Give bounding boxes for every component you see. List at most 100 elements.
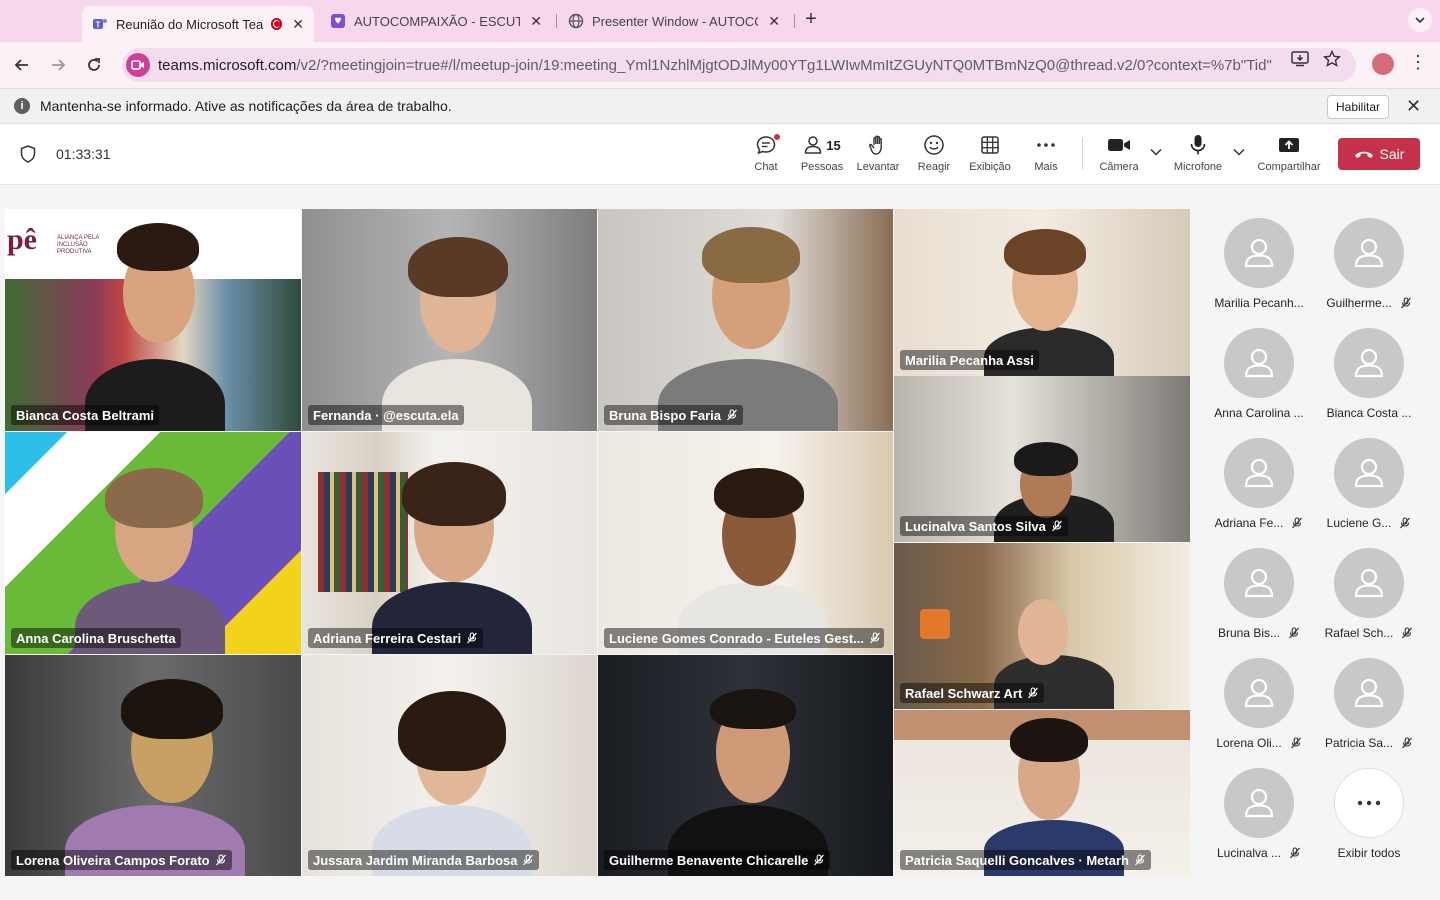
share-button[interactable]: Compartilhar: [1258, 132, 1320, 180]
hand-icon: [868, 132, 888, 158]
meeting-toolbar: 01:33:31 Chat 15 Pessoas Levantar Reagir…: [0, 124, 1440, 185]
view-label: Exibição: [969, 161, 1011, 173]
close-tab-icon[interactable]: ✕: [530, 13, 542, 30]
url-text: teams.microsoft.com/v2/?meetingjoin=true…: [158, 56, 1273, 74]
tab-search-button[interactable]: [1408, 8, 1432, 32]
roster-item[interactable]: Patricia Sa...: [1316, 658, 1422, 762]
participant-hair: [1004, 229, 1086, 275]
mic-muted-icon: [1400, 297, 1412, 309]
roster-item[interactable]: Rafael Sch...: [1316, 548, 1422, 652]
roster-name: Marilia Pecanh...: [1206, 296, 1312, 310]
react-button[interactable]: Reagir: [906, 132, 962, 180]
video-tile[interactable]: Rafael Schwarz Art: [894, 543, 1190, 709]
view-button[interactable]: Exibição: [962, 132, 1018, 180]
microphone-options-chevron-icon[interactable]: [1233, 148, 1245, 159]
profile-avatar[interactable]: [1372, 53, 1394, 75]
roster-item[interactable]: Bianca Costa ...: [1316, 328, 1422, 432]
camera-icon: [1107, 132, 1131, 158]
show-all-button[interactable]: Exibir todos: [1316, 768, 1422, 872]
reload-icon: [88, 58, 100, 71]
back-button[interactable]: [9, 52, 35, 78]
more-button[interactable]: Mais: [1018, 132, 1074, 180]
participant-hair: [408, 237, 508, 297]
mic-muted-icon: [1399, 517, 1411, 529]
roster-item[interactable]: Lucinalva ...: [1206, 768, 1312, 872]
video-tile[interactable]: Luciene Gomes Conrado - Euteles Gest...: [598, 432, 893, 654]
roster-name-text: Lucinalva ...: [1216, 846, 1282, 860]
roster-name-text: Anna Carolina ...: [1214, 406, 1304, 420]
bookmark-star-icon[interactable]: [1323, 50, 1341, 68]
roster-name-text: Lorena Oli...: [1216, 736, 1282, 750]
share-label: Compartilhar: [1257, 161, 1321, 173]
address-bar[interactable]: teams.microsoft.com/v2/?meetingjoin=true…: [122, 48, 1356, 82]
roster-name: Adriana Fe...: [1206, 516, 1312, 530]
share-icon: [1278, 132, 1300, 158]
microphone-button[interactable]: Microfone: [1170, 132, 1226, 180]
person-icon: [1354, 568, 1384, 598]
video-tile[interactable]: pê ALIANÇA PELA INCLUSÃO PRODUTIVA Bianc…: [5, 209, 301, 431]
camera-options-chevron-icon[interactable]: [1150, 148, 1162, 159]
fireplace: [920, 609, 950, 639]
roster-name: Bruna Bis...: [1206, 626, 1312, 640]
mic-muted-icon: [1291, 517, 1303, 529]
close-tab-icon[interactable]: ✕: [768, 13, 780, 30]
video-tile[interactable]: Adriana Ferreira Cestari: [302, 432, 597, 654]
reload-button[interactable]: [81, 52, 107, 78]
recording-icon: [270, 18, 283, 30]
roster-item[interactable]: Lorena Oli...: [1206, 658, 1312, 762]
enable-notifications-button[interactable]: Habilitar: [1327, 95, 1390, 119]
camera-button[interactable]: Câmera: [1091, 132, 1147, 180]
chat-button[interactable]: Chat: [738, 132, 794, 180]
person-icon: [1354, 678, 1384, 708]
new-tab-button[interactable]: +: [801, 8, 821, 31]
roster-name-text: Patricia Sa...: [1324, 736, 1394, 750]
forward-button[interactable]: [45, 52, 71, 78]
roster-item[interactable]: Marilia Pecanh...: [1206, 218, 1312, 322]
roster-item[interactable]: Luciene G...: [1316, 438, 1422, 542]
video-tile[interactable]: Anna Carolina Bruschetta: [5, 432, 301, 654]
roster-item[interactable]: Adriana Fe...: [1206, 438, 1312, 542]
video-tile[interactable]: Lucinalva Santos Silva: [894, 376, 1190, 542]
tab-presenter-window[interactable]: Presenter Window - AUTOCO ✕: [558, 6, 790, 36]
raise-hand-button[interactable]: Levantar: [850, 132, 906, 180]
mic-muted-icon: [1288, 627, 1300, 639]
tab-divider: [556, 14, 557, 28]
roster-name: Lorena Oli...: [1206, 736, 1312, 750]
video-tile[interactable]: Fernanda · @escuta.ela: [302, 209, 597, 431]
grid-icon: [980, 132, 1000, 158]
notification-bar: i Mantenha-se informado. Ative as notifi…: [0, 88, 1440, 124]
roster-item[interactable]: Bruna Bis...: [1206, 548, 1312, 652]
mic-muted-icon: [869, 632, 881, 644]
video-tile[interactable]: Bruna Bispo Faria: [598, 209, 893, 431]
roster-name: Luciene G...: [1316, 516, 1422, 530]
raise-label: Levantar: [856, 161, 900, 173]
notification-text: Mantenha-se informado. Ative as notifica…: [40, 98, 452, 114]
video-tile[interactable]: Lorena Oliveira Campos Forato: [5, 655, 301, 876]
people-button[interactable]: 15 Pessoas: [794, 132, 850, 180]
browser-menu-icon[interactable]: ⋮: [1408, 52, 1428, 73]
mic-muted-icon: [1290, 737, 1302, 749]
video-tile[interactable]: Patricia Saquelli Goncalves · Metarh: [894, 710, 1190, 876]
roster-name: Anna Carolina ...: [1206, 406, 1312, 420]
video-tile[interactable]: Jussara Jardim Miranda Barbosa: [302, 655, 597, 876]
video-tile[interactable]: Marilia Pecanha Assi: [894, 209, 1190, 376]
video-tile[interactable]: Guilherme Benavente Chicarelle: [598, 655, 893, 876]
participant-name-tag: Adriana Ferreira Cestari: [308, 628, 484, 648]
app-icon: [330, 13, 346, 29]
roster-name: Lucinalva ...: [1206, 846, 1312, 860]
leave-label: Sair: [1379, 146, 1405, 162]
participant-name-tag: Bruna Bispo Faria: [604, 405, 743, 425]
install-app-icon[interactable]: [1291, 50, 1309, 68]
roster-item[interactable]: Anna Carolina ...: [1206, 328, 1312, 432]
site-info-icon[interactable]: [126, 53, 150, 77]
participant-hair: [714, 468, 804, 518]
tab-teams-meeting[interactable]: T Reunião do Microsoft Tea ✕: [82, 6, 314, 42]
roster-item[interactable]: Guilherme...: [1316, 218, 1422, 322]
close-icon[interactable]: ✕: [1406, 96, 1421, 117]
bookshelf: [318, 472, 408, 592]
leave-button[interactable]: Sair: [1338, 138, 1420, 170]
globe-icon: [568, 13, 584, 29]
tab-autocompaixao[interactable]: AUTOCOMPAIXÃO - ESCUTA ✕: [320, 6, 552, 36]
participant-hair: [398, 691, 506, 771]
close-tab-icon[interactable]: ✕: [292, 16, 304, 33]
